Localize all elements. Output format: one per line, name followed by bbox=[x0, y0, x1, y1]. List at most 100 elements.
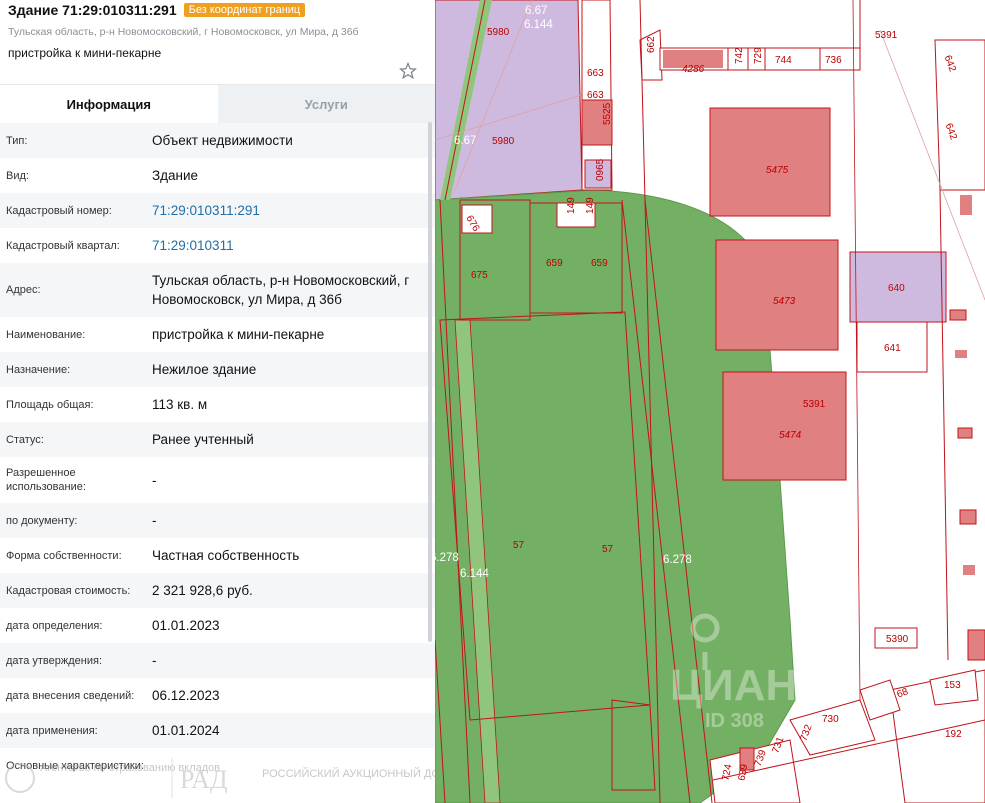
row-label: Статус: bbox=[6, 433, 44, 446]
row-value: Ранее учтенный bbox=[152, 432, 254, 447]
row-label: Площадь общая: bbox=[6, 398, 94, 411]
map-label: 659 bbox=[546, 258, 563, 269]
table-row: Кадастровая стоимость: 2 321 928,6 руб. bbox=[0, 573, 435, 608]
map-label: 736 bbox=[825, 55, 842, 66]
map-label: 0965 bbox=[595, 158, 606, 181]
map-label: 192 bbox=[945, 729, 962, 740]
row-value: 2 321 928,6 руб. bbox=[152, 583, 253, 598]
cian-watermark-id: ID 308 bbox=[705, 710, 764, 732]
row-label: Кадастровый квартал: bbox=[6, 239, 120, 252]
map-label: 640 bbox=[888, 283, 905, 294]
map-label: 742 bbox=[734, 47, 745, 64]
table-row: Адрес: Тульская область, р-н Новомосковск… bbox=[0, 263, 435, 317]
table-row: Площадь общая: 113 кв. м bbox=[0, 387, 435, 422]
table-row: Статус: Ранее учтенный bbox=[0, 422, 435, 457]
map-label: 659 bbox=[591, 258, 608, 269]
panel-scrollbar[interactable] bbox=[428, 122, 432, 642]
table-row: Форма собственности: Частная собственност… bbox=[0, 538, 435, 573]
map-label: 675 bbox=[471, 270, 488, 281]
row-label: по документу: bbox=[6, 514, 78, 527]
row-value: Здание bbox=[152, 168, 199, 183]
table-row: дата утверждения: - bbox=[0, 643, 435, 678]
map-label: 5980 bbox=[492, 136, 515, 147]
row-value: 01.01.2023 bbox=[152, 618, 220, 633]
row-value: Частная собственность bbox=[152, 548, 300, 563]
map-label: 5391 bbox=[803, 399, 826, 410]
map-label: 6.278 bbox=[663, 554, 692, 566]
no-boundaries-badge: Без координат границ bbox=[183, 2, 306, 17]
map-label: 663 bbox=[587, 90, 604, 101]
tab-services[interactable]: Услуги bbox=[217, 85, 435, 123]
row-label: дата определения: bbox=[6, 619, 103, 632]
map-label: 662 bbox=[646, 36, 657, 53]
map-label: 641 bbox=[884, 343, 901, 354]
row-value: 06.12.2023 bbox=[152, 688, 220, 703]
info-panel: Здание 71:29:010311:291 Без координат гр… bbox=[0, 0, 435, 803]
map-label: 57 bbox=[513, 540, 525, 551]
page-title: Здание 71:29:010311:291 bbox=[8, 1, 177, 18]
row-label: Разрешенное использование: bbox=[6, 467, 86, 493]
table-row: Назначение: Нежилое здание bbox=[0, 352, 435, 387]
row-value: Тульская область, р-н Новомосковский, г … bbox=[152, 273, 410, 307]
map-label: 5475 bbox=[766, 165, 789, 176]
tab-information[interactable]: Информация bbox=[0, 85, 218, 123]
table-row: Основные характеристики: bbox=[0, 748, 435, 784]
map-label: 5525 bbox=[602, 102, 613, 125]
table-row: дата внесения сведений: 06.12.2023 bbox=[0, 678, 435, 713]
table-row: Наименование: пристройка к мини-пекарне bbox=[0, 317, 435, 352]
row-value: - bbox=[152, 513, 157, 528]
row-label: дата применения: bbox=[6, 724, 98, 737]
table-row: по документу: - bbox=[0, 503, 435, 538]
row-label: Кадастровая стоимость: bbox=[6, 584, 131, 597]
row-value: - bbox=[152, 472, 157, 488]
row-label: Вид: bbox=[6, 169, 29, 182]
map-label: 730 bbox=[822, 714, 839, 725]
row-value: Нежилое здание bbox=[152, 362, 257, 377]
table-row: Разрешенное использование: - bbox=[0, 457, 435, 503]
row-value: пристройка к мини-пекарне bbox=[152, 327, 325, 342]
favorite-star-icon[interactable] bbox=[399, 62, 417, 80]
header-name: пристройка к мини-пекарне bbox=[8, 46, 162, 60]
map-label: 5391 bbox=[875, 30, 898, 41]
map-label: 6.67 bbox=[525, 5, 547, 17]
map-label: 149 bbox=[585, 197, 596, 214]
panel-tabs: Информация Услуги bbox=[0, 84, 435, 123]
panel-header: Здание 71:29:010311:291 Без координат гр… bbox=[0, 0, 435, 84]
row-label: Адрес: bbox=[6, 284, 41, 296]
table-row: дата применения: 01.01.2024 bbox=[0, 713, 435, 748]
row-value: Объект недвижимости bbox=[152, 133, 293, 148]
row-label: Наименование: bbox=[6, 328, 86, 341]
row-label: дата утверждения: bbox=[6, 654, 103, 667]
map-label: 5980 bbox=[487, 27, 510, 38]
map-label: 6.144 bbox=[460, 568, 489, 580]
row-label: Назначение: bbox=[6, 363, 71, 376]
table-row: Кадастровый номер: 71:29:010311:291 bbox=[0, 193, 435, 228]
table-row: Тип: Объект недвижимости bbox=[0, 123, 435, 158]
table-row: Вид: Здание bbox=[0, 158, 435, 193]
map-label: 744 bbox=[775, 55, 792, 66]
row-value: 113 кв. м bbox=[152, 397, 208, 412]
map-label: 153 bbox=[944, 680, 961, 691]
map-label: 149 bbox=[566, 197, 577, 214]
row-label: Форма собственности: bbox=[6, 549, 122, 562]
row-label: Тип: bbox=[6, 134, 28, 147]
header-address: Тульская область, р-н Новомосковский, г … bbox=[8, 26, 359, 38]
table-row: Кадастровый квартал: 71:29:010311 bbox=[0, 228, 435, 263]
map-label: 6.67 bbox=[454, 135, 476, 147]
map-label: 57 bbox=[602, 544, 614, 555]
row-value-link[interactable]: 71:29:010311:291 bbox=[152, 201, 435, 220]
map-label: 663 bbox=[587, 68, 604, 79]
map-label: 6.144 bbox=[524, 19, 553, 31]
row-value: 01.01.2024 bbox=[152, 723, 220, 738]
cian-watermark-text: ЦИАН bbox=[670, 661, 797, 710]
map-label: 4286 bbox=[682, 64, 705, 75]
map-label: 5390 bbox=[886, 634, 909, 645]
map-label: 5473 bbox=[773, 296, 796, 307]
row-label: дата внесения сведений: bbox=[6, 689, 135, 702]
map-label: 5474 bbox=[779, 430, 802, 441]
row-value-link[interactable]: 71:29:010311 bbox=[152, 236, 435, 255]
table-row: дата определения: 01.01.2023 bbox=[0, 608, 435, 643]
row-value: - bbox=[152, 653, 157, 668]
map-label: 729 bbox=[753, 47, 764, 64]
row-label: Кадастровый номер: bbox=[6, 204, 112, 217]
